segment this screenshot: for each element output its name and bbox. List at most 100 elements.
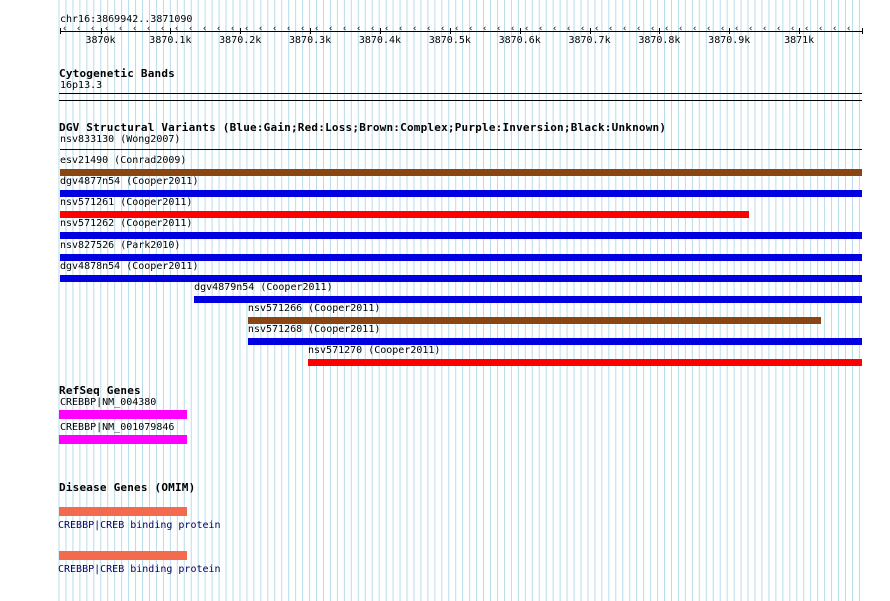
ruler-tick-label: 3870.3k	[289, 35, 332, 46]
ruler-arrow-icon: ‹	[692, 24, 698, 34]
variant-label[interactable]: dgv4877n54 (Cooper2011)	[60, 176, 198, 187]
variant-bar-loss[interactable]	[308, 359, 862, 366]
ruler-arrow-icon: ‹	[272, 24, 278, 34]
ruler-arrow-icon: ‹	[776, 24, 782, 34]
ruler-arrow-icon: ‹	[650, 24, 656, 34]
ruler-arrow-icon: ‹	[76, 24, 82, 34]
refseq-gene-bar[interactable]	[59, 435, 187, 444]
ruler-arrow-icon: ‹	[398, 24, 404, 34]
variant-bar-complex[interactable]	[247, 316, 822, 324]
variant-label[interactable]: esv21490 (Conrad2009)	[60, 155, 186, 166]
ruler-arrow-icon: ‹	[482, 24, 488, 34]
ruler-tick-label: 3870.6k	[498, 35, 541, 46]
ruler-arrow-icon: ‹	[202, 24, 208, 34]
variant-label[interactable]: dgv4879n54 (Cooper2011)	[194, 282, 332, 293]
refseq-gene-label[interactable]: CREBBP|NM_001079846	[60, 422, 174, 433]
ruler-arrow-icon: ‹	[342, 24, 348, 34]
ruler-tick	[659, 28, 661, 34]
variant-bar-loss[interactable]	[60, 211, 749, 219]
variant-bar-gain[interactable]	[194, 295, 862, 303]
ruler-arrow-icon: ‹	[524, 24, 530, 34]
ruler-tick	[170, 28, 172, 34]
omim-track-title[interactable]: Disease Genes (OMIM)	[59, 481, 195, 494]
variant-bar-gain[interactable]	[60, 253, 862, 261]
ruler-line	[60, 31, 862, 32]
ruler-arrow-icon: ‹	[706, 24, 712, 34]
ruler-arrow-icon: ‹	[356, 24, 362, 34]
ruler-arrow-icon: ‹	[580, 24, 586, 34]
ruler-arrow-icon: ‹	[258, 24, 264, 34]
ruler-arrow-icon: ‹	[216, 24, 222, 34]
ruler-arrow-icon: ‹	[118, 24, 124, 34]
cytoband-line-bottom	[59, 100, 862, 101]
ruler-arrow-icon: ‹	[90, 24, 96, 34]
refseq-gene-label[interactable]: CREBBP|NM_004380	[60, 397, 156, 408]
ruler-arrow-icon: ‹	[454, 24, 460, 34]
ruler-arrow-icon: ‹	[468, 24, 474, 34]
ruler-arrow-icon: ‹	[440, 24, 446, 34]
variant-bar-complex[interactable]	[60, 169, 862, 177]
variant-bar-gain[interactable]	[247, 337, 862, 345]
ruler-end-tick	[862, 28, 863, 34]
ruler-tick-label: 3870.8k	[638, 35, 681, 46]
ruler-tick	[100, 28, 102, 34]
variant-bar-gain[interactable]	[60, 232, 862, 240]
variant-label[interactable]: nsv827526 (Park2010)	[60, 240, 180, 251]
ruler-arrow-icon: ‹	[510, 24, 516, 34]
variant-label[interactable]: dgv4878n54 (Cooper2011)	[60, 261, 198, 272]
cytoband-line-top	[59, 93, 862, 94]
ruler-arrow-icon: ‹	[370, 24, 376, 34]
dgv-track-title[interactable]: DGV Structural Variants (Blue:Gain;Red:L…	[59, 121, 666, 134]
variant-label[interactable]: nsv571266 (Cooper2011)	[248, 303, 380, 314]
ruler-arrow-icon: ‹	[328, 24, 334, 34]
omim-gene-bar[interactable]	[59, 551, 187, 560]
ruler-arrow-icon: ‹	[622, 24, 628, 34]
ruler-arrow-icon: ‹	[230, 24, 236, 34]
variant-bar-gain[interactable]	[60, 274, 862, 282]
refseq-track-title[interactable]: RefSeq Genes	[59, 384, 141, 397]
ruler-tick-label: 3870.7k	[568, 35, 611, 46]
ruler-arrow-icon: ‹	[384, 24, 390, 34]
ruler-arrow-icon: ‹	[132, 24, 138, 34]
ruler-end-tick	[60, 28, 61, 34]
omim-gene-bar[interactable]	[59, 507, 187, 516]
ruler-tick	[449, 28, 451, 34]
ruler-arrow-icon: ‹	[300, 24, 306, 34]
cytoband-track-title[interactable]: Cytogenetic Bands	[59, 67, 175, 80]
ruler-arrow-icon: ‹	[790, 24, 796, 34]
ruler-arrow-icon: ‹	[538, 24, 544, 34]
ruler-arrow-icon: ‹	[664, 24, 670, 34]
ruler-tick	[379, 28, 381, 34]
ruler-arrow-icon: ‹	[804, 24, 810, 34]
omim-gene-label[interactable]: CREBBP|CREB binding protein	[58, 520, 221, 531]
ruler-arrow-icon: ‹	[314, 24, 320, 34]
ruler-arrow-icon: ‹	[160, 24, 166, 34]
ruler-arrow-icon: ‹	[566, 24, 572, 34]
ruler-arrow-icon: ‹	[62, 24, 68, 34]
ruler-arrow-icon: ‹	[104, 24, 110, 34]
ruler-tick-label: 3870k	[85, 35, 116, 46]
variant-label[interactable]: nsv571270 (Cooper2011)	[308, 345, 440, 356]
ruler-arrow-icon: ‹	[412, 24, 418, 34]
variant-label[interactable]: nsv571261 (Cooper2011)	[60, 197, 192, 208]
ruler-arrow-icon: ‹	[846, 24, 852, 34]
cytoband-label: 16p13.3	[60, 80, 103, 91]
ruler-tick-label: 3870.4k	[358, 35, 402, 46]
ruler-arrow-icon: ‹	[748, 24, 754, 34]
ruler-arrow-icon: ‹	[608, 24, 614, 34]
ruler-tick	[240, 28, 242, 34]
ruler-arrow-icon: ‹	[286, 24, 292, 34]
ruler-tick	[519, 28, 521, 34]
variant-bar-gain[interactable]	[60, 190, 862, 198]
variant-bar-unknown[interactable]	[60, 149, 862, 150]
refseq-gene-bar[interactable]	[59, 410, 187, 419]
variant-label[interactable]: nsv833130 (Wong2007)	[60, 134, 180, 145]
ruler-arrow-icon: ‹	[496, 24, 502, 34]
ruler-tick-label: 3870.2k	[219, 35, 262, 46]
ruler-arrow-icon: ‹	[174, 24, 180, 34]
ruler-tick-label: 3870.1k	[149, 35, 192, 46]
variant-label[interactable]: nsv571262 (Cooper2011)	[60, 218, 192, 229]
ruler-tick-label: 3871k	[784, 35, 815, 46]
variant-label[interactable]: nsv571268 (Cooper2011)	[248, 324, 380, 335]
omim-gene-label[interactable]: CREBBP|CREB binding protein	[58, 564, 221, 575]
